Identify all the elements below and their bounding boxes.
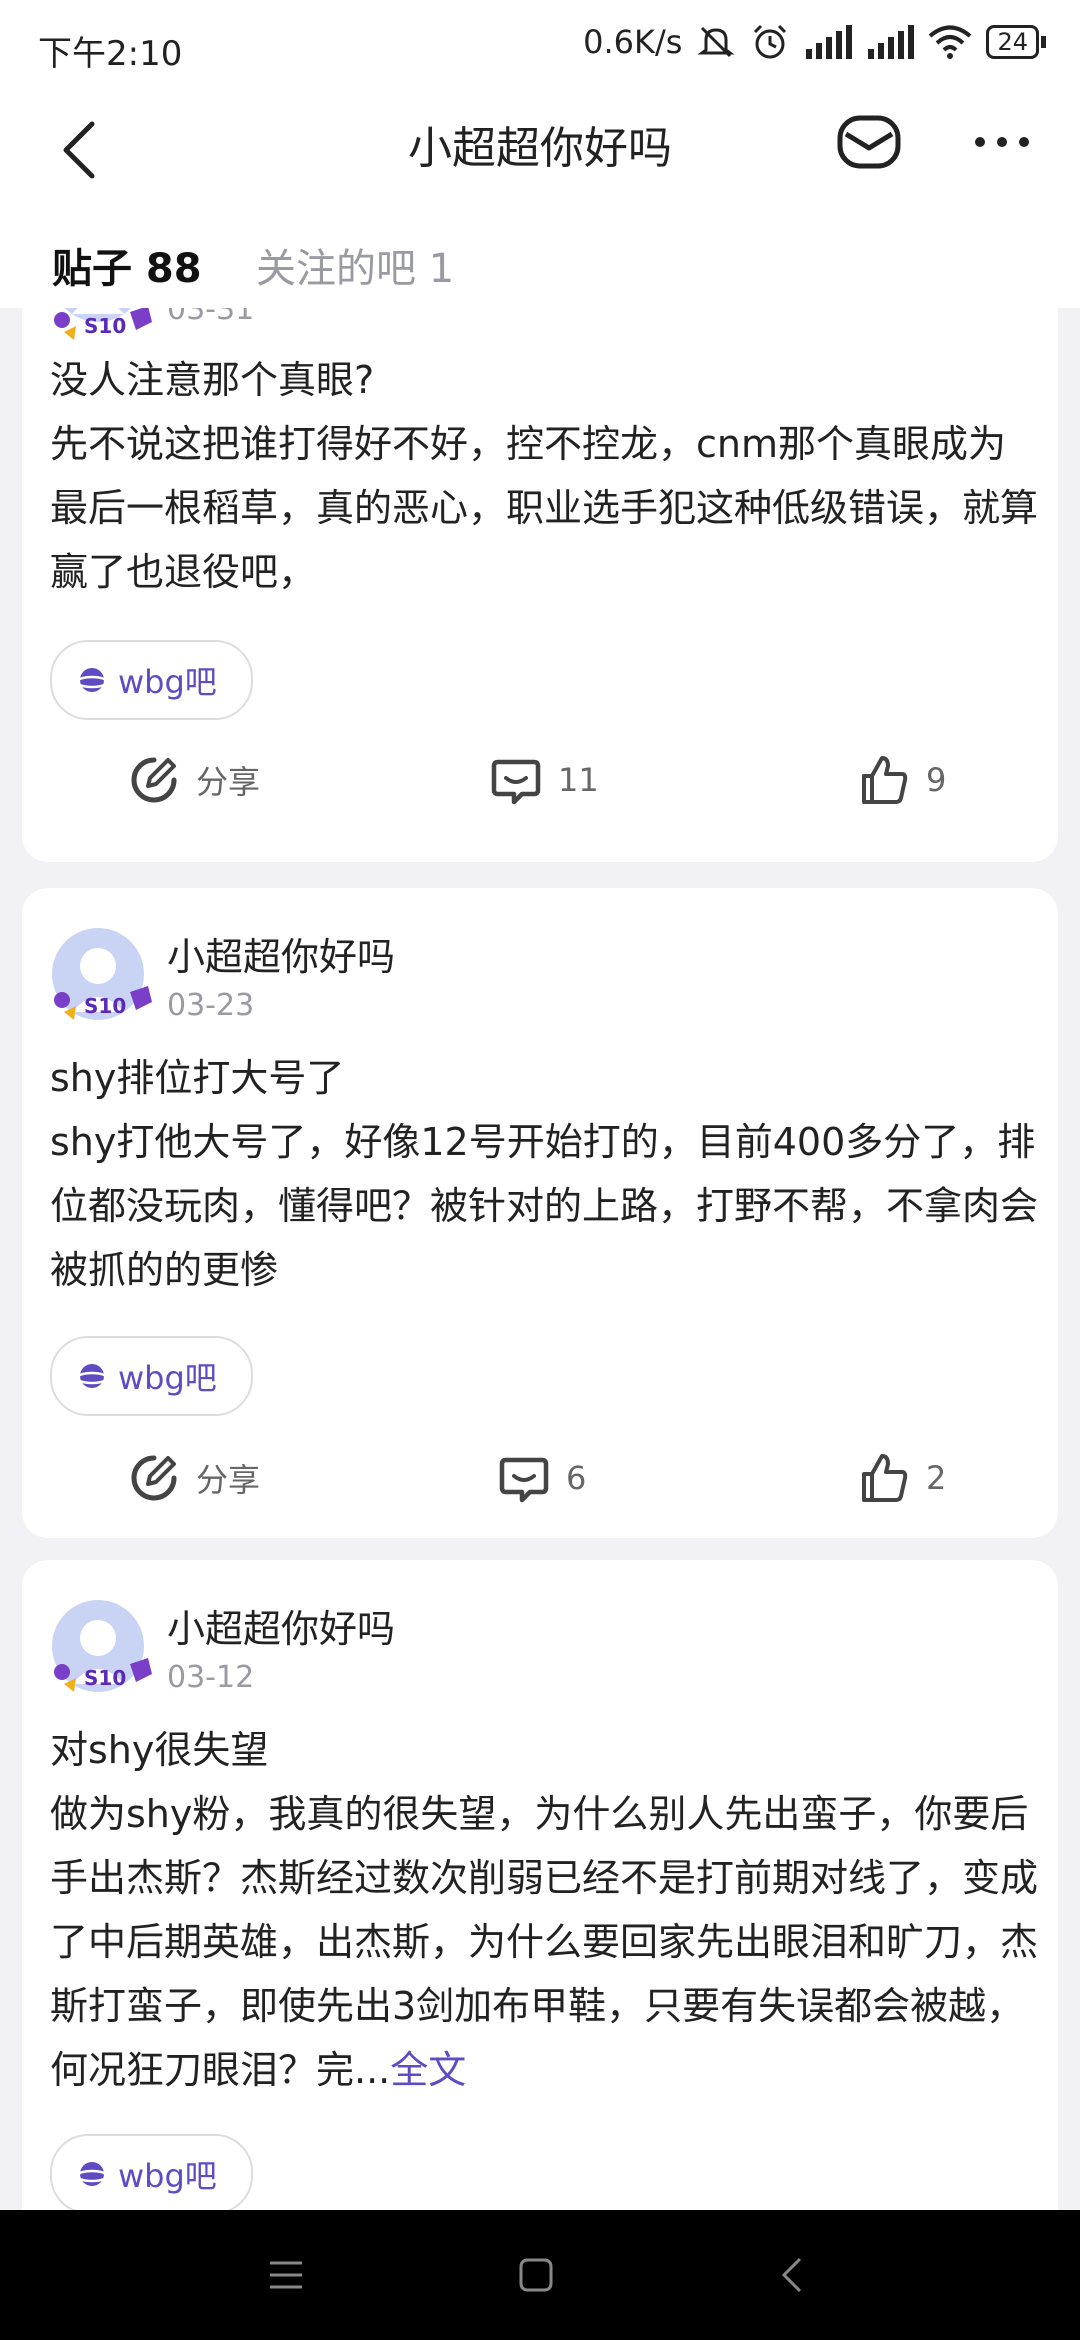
profile-tabs: 贴子 88 关注的吧 1 bbox=[0, 220, 1080, 308]
username[interactable]: 小超超你好吗 bbox=[167, 926, 395, 981]
level-badge: S10 bbox=[84, 1666, 127, 1690]
share-label: 分享 bbox=[196, 763, 261, 801]
post-body[interactable]: shy打他大号了，好像12号开始打的，目前400多分了，排位都没玩肉，懂得吧？被… bbox=[50, 1110, 1040, 1302]
comment-icon bbox=[499, 1457, 549, 1503]
thumbs-up-icon bbox=[862, 1454, 908, 1502]
forum-tag[interactable]: wbg吧 bbox=[50, 640, 253, 720]
post-date: 03-31 bbox=[167, 308, 255, 327]
top-app-bar: 小超超你好吗 bbox=[0, 92, 1080, 220]
battery-icon: 24 bbox=[986, 25, 1046, 59]
comment-button[interactable]: 11 bbox=[490, 754, 599, 806]
like-button[interactable]: 2 bbox=[858, 1452, 946, 1504]
tab-posts[interactable]: 贴子 88 bbox=[52, 236, 202, 294]
nav-home-button[interactable] bbox=[476, 2210, 596, 2340]
share-label: 分享 bbox=[196, 1461, 261, 1499]
avatar-badge: S10 bbox=[52, 308, 156, 344]
planet-icon bbox=[76, 2162, 108, 2186]
share-icon bbox=[131, 1455, 177, 1501]
menu-icon bbox=[270, 2261, 302, 2289]
like-button[interactable]: 9 bbox=[858, 754, 946, 806]
wifi-icon bbox=[929, 25, 972, 59]
level-badge: S10 bbox=[84, 994, 127, 1018]
planet-icon bbox=[76, 1364, 108, 1388]
signal-icon bbox=[806, 25, 853, 59]
post-card[interactable]: S10 小超超你好吗 03-12 对shy很失望 做为shy粉，我真的很失望，为… bbox=[22, 1560, 1058, 2210]
comment-count: 6 bbox=[566, 1459, 587, 1497]
status-bar: 下午2:10 0.6K/s 24 bbox=[0, 0, 1080, 92]
status-icons: 0.6K/s 24 bbox=[583, 22, 1046, 62]
network-speed: 0.6K/s bbox=[583, 23, 683, 61]
forum-tag[interactable]: wbg吧 bbox=[50, 2134, 253, 2210]
share-icon bbox=[131, 757, 177, 803]
avatar-badge: S10 bbox=[52, 1656, 156, 1696]
avatar-badge: S10 bbox=[52, 984, 156, 1024]
home-square-icon bbox=[519, 2258, 553, 2292]
post-date: 03-12 bbox=[167, 1660, 255, 1695]
page-title: 小超超你好吗 bbox=[408, 123, 672, 174]
comment-icon bbox=[491, 759, 541, 805]
post-date: 03-23 bbox=[167, 988, 255, 1023]
tab-followed-bars[interactable]: 关注的吧 1 bbox=[256, 236, 454, 294]
forum-tag-label: wbg吧 bbox=[118, 2157, 217, 2195]
share-button[interactable]: 分享 bbox=[128, 1452, 260, 1504]
like-count: 2 bbox=[926, 1459, 947, 1497]
post-feed[interactable]: S10 03-31 没人注意那个真眼? 先不说这把谁打得好不好，控不控龙，cnm… bbox=[0, 308, 1080, 2210]
back-triangle-icon bbox=[781, 2257, 802, 2293]
comment-count: 11 bbox=[558, 761, 599, 799]
post-body[interactable]: 先不说这把谁打得好不好，控不控龙，cnm那个真眼成为最后一根稻草，真的恶心，职业… bbox=[50, 412, 1040, 604]
forum-tag-label: wbg吧 bbox=[118, 663, 217, 701]
post-card[interactable]: S10 小超超你好吗 03-23 shy排位打大号了 shy打他大号了，好像12… bbox=[22, 888, 1058, 1538]
forum-tag[interactable]: wbg吧 bbox=[50, 1336, 253, 1416]
mute-icon bbox=[697, 26, 735, 58]
signal-icon-2 bbox=[868, 25, 915, 59]
post-body[interactable]: 做为shy粉，我真的很失望，为什么别人先出蛮子，你要后手出杰斯？杰斯经过数次削弱… bbox=[50, 1782, 1040, 2102]
planet-icon bbox=[76, 668, 108, 692]
post-card[interactable]: S10 03-31 没人注意那个真眼? 先不说这把谁打得好不好，控不控龙，cnm… bbox=[22, 308, 1058, 862]
comment-button[interactable]: 6 bbox=[498, 1452, 586, 1504]
nav-menu-button[interactable] bbox=[226, 2210, 346, 2340]
level-badge: S10 bbox=[84, 314, 127, 338]
post-title[interactable]: 对shy很失望 bbox=[50, 1718, 1040, 1782]
thumbs-up-icon bbox=[862, 756, 908, 804]
nav-back-button[interactable] bbox=[732, 2210, 852, 2340]
post-title[interactable]: 没人注意那个真眼? bbox=[50, 348, 1040, 412]
forum-tag-label: wbg吧 bbox=[118, 1359, 217, 1397]
username[interactable]: 小超超你好吗 bbox=[167, 1598, 395, 1653]
mail-icon[interactable] bbox=[836, 110, 902, 176]
post-body-text: 做为shy粉，我真的很失望，为什么别人先出蛮子，你要后手出杰斯？杰斯经过数次削弱… bbox=[50, 1792, 1039, 2092]
battery-level: 24 bbox=[986, 25, 1039, 59]
share-button[interactable]: 分享 bbox=[128, 754, 260, 806]
more-dots-icon[interactable] bbox=[972, 132, 1032, 152]
alarm-icon bbox=[754, 24, 787, 59]
read-more-link[interactable]: 全文 bbox=[390, 2048, 466, 2092]
like-count: 9 bbox=[926, 761, 947, 799]
status-time: 下午2:10 bbox=[38, 34, 183, 74]
system-nav-bar bbox=[0, 2210, 1080, 2340]
post-title[interactable]: shy排位打大号了 bbox=[50, 1046, 1040, 1110]
